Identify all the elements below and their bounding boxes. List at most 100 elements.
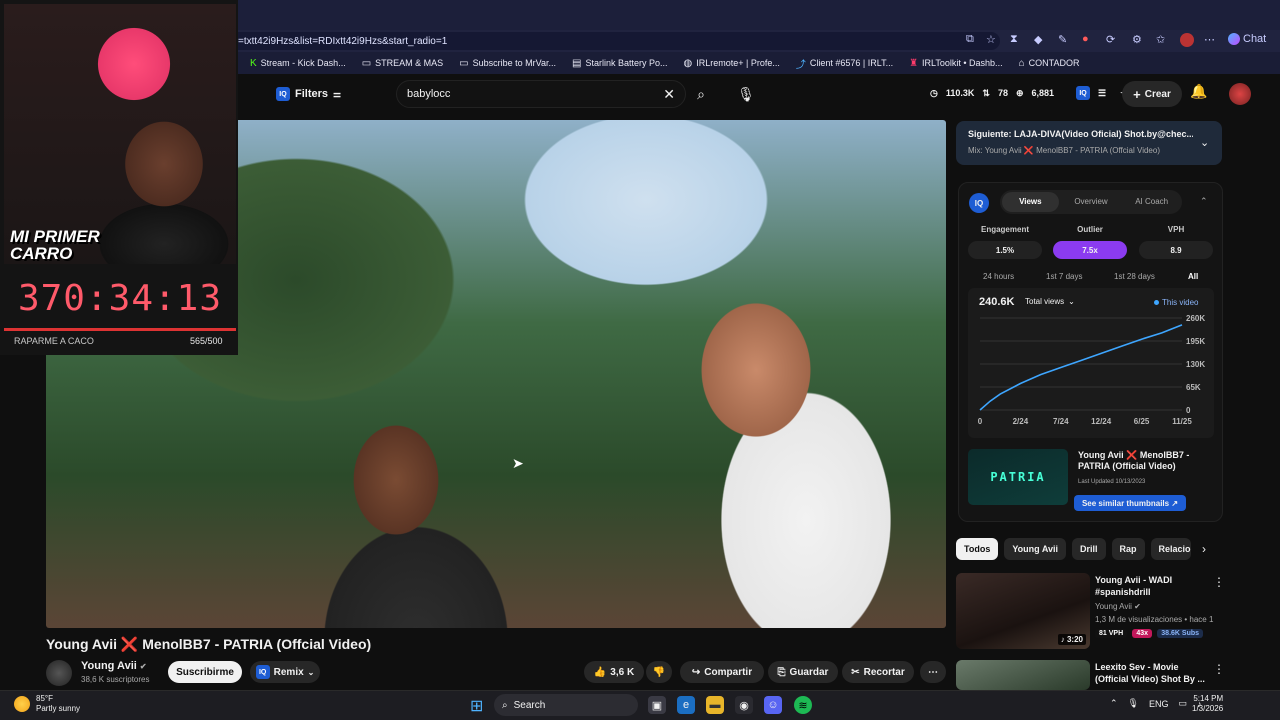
profile-icon[interactable] [1180,33,1194,47]
address-bar[interactable]: =txtt42i9Hzs&list=RDIxtt42i9Hzs&start_ra… [230,32,1000,50]
extension-icon[interactable]: ◆ [1034,33,1042,46]
notifications-bell-icon[interactable]: 🔔 [1190,83,1207,100]
clock-date: 1/3/2026 [1192,704,1224,713]
favorite-star-icon[interactable]: ☆ [986,33,996,46]
total-views-select-label: Total views [1025,297,1065,306]
share-icon[interactable]: ⧉ [966,33,974,46]
bookmark-item[interactable]: ♜ IRLToolkit • Dashb... [909,58,1003,69]
chevron-up-icon[interactable]: ⌃ [1110,698,1118,709]
clip-button[interactable]: ✂ Recortar [842,661,914,683]
iq-badge-icon[interactable]: IQ [1076,86,1091,100]
recommendation-title[interactable]: Young Avii - WADI #spanishdrill [1095,574,1207,598]
extension-icon[interactable]: ⟳ [1106,33,1115,46]
save-button[interactable]: ⎘ Guardar [768,661,838,683]
share-button[interactable]: ↪ Compartir [680,661,764,683]
similar-thumbnails-button[interactable]: See similar thumbnails ↗ [1074,495,1186,511]
bookmark-item[interactable]: ▤ Starlink Battery Po... [572,58,668,69]
recommendation-thumbnail[interactable]: ♪ 3:20 [956,573,1090,649]
chip-all[interactable]: Todos [956,538,999,560]
tab-ai-coach[interactable]: AI Coach [1123,192,1180,212]
task-view-icon[interactable]: ▣ [648,696,666,714]
microphone-icon[interactable]: 🎙 [1128,698,1139,709]
channel-name[interactable]: Young Avii ✔ [81,660,147,672]
chart-series-line [979,324,1183,411]
chevron-down-icon[interactable]: ⌄ [1200,136,1209,149]
chevron-right-icon[interactable]: › [1202,542,1206,556]
copilot-chat-button[interactable]: Chat [1228,33,1266,45]
next-up-card[interactable] [956,121,1222,165]
obs-icon[interactable]: ◉ [735,696,753,714]
extension-icon[interactable]: ✎ [1058,33,1067,46]
remix-button[interactable]: IQ Remix ⌄ [250,661,320,683]
search-icon: ⌕ [502,699,508,711]
channel-avatar[interactable] [46,660,72,686]
save-label: Guardar [789,666,829,678]
list-icon[interactable]: ☰ [1098,88,1106,99]
create-button[interactable]: + Crear [1122,81,1182,107]
range-all[interactable]: All [1188,272,1198,281]
filters-button[interactable]: IQ Filters ⚌ [276,83,341,105]
range-24-hours[interactable]: 24 hours [983,272,1014,281]
recommendation-thumbnail[interactable] [956,660,1090,690]
weather-widget[interactable]: 85°F Partly sunny [14,694,80,714]
extension-icon[interactable]: ⚙ [1132,33,1142,46]
more-actions-button[interactable]: ⋯ [920,661,946,683]
extension-icon[interactable]: ● [1082,33,1089,45]
subscribe-button[interactable]: Suscribirme [168,661,242,683]
chip-drill[interactable]: Drill [1072,538,1106,560]
file-explorer-icon[interactable]: ▬ [706,696,724,714]
metric-label-engagement: Engagement [980,225,1029,234]
edge-browser-icon[interactable]: e [677,696,695,714]
dislike-button[interactable]: 👎 [646,661,672,683]
legend-label: This video [1162,298,1199,307]
language-indicator[interactable]: ENG [1149,699,1169,709]
search-button[interactable]: ⌕ [686,80,716,108]
discord-icon[interactable]: ☺ [764,696,782,714]
spotify-icon[interactable]: ≋ [794,696,812,714]
extension-icon[interactable]: ⧗ [1010,33,1018,46]
channel-name-label: Young Avii [81,660,137,672]
bookmark-item[interactable]: ▭ STREAM & MAS [362,58,443,69]
more-menu-icon[interactable]: ⋯ [1204,33,1215,46]
search-value: babylocc [407,88,451,100]
range-28-days[interactable]: 1st 28 days [1114,272,1155,281]
more-vertical-icon[interactable]: ⋮ [1213,662,1225,676]
bookmark-item[interactable]: ⤴ Client #6576 | IRLT... [796,56,893,71]
account-avatar[interactable] [1229,83,1251,105]
scissors-icon: ✂ [851,666,860,678]
more-vertical-icon[interactable]: ⋮ [1213,575,1225,589]
chip-rap[interactable]: Rap [1111,538,1145,560]
like-button[interactable]: 👍 3,6 K [584,661,644,683]
iq-logo-icon: IQ [969,193,989,213]
total-views-select[interactable]: Total views ⌄ [1025,297,1075,306]
bookmark-item[interactable]: ▭ Subscribe to MrVar... [459,58,556,69]
voice-search-button[interactable]: 🎙 [732,80,760,108]
taskbar-clock[interactable]: 5:14 PM 1/3/2026 [1192,694,1223,714]
system-tray: ⌃ 🎙 ENG ▭ ♪ [1110,698,1202,709]
bookmark-label: Client #6576 | IRLT... [809,58,894,68]
card-video-title: Young Avii ❌ MenolBB7 - PATRIA (Official… [1078,450,1190,471]
search-input[interactable]: babylocc ✕ [396,80,686,108]
video-thumbnail[interactable]: PATRIA [968,449,1068,505]
chevron-up-icon[interactable]: ⌃ [1200,196,1208,207]
bookmark-icon: ⎘ [777,666,786,678]
tab-overview[interactable]: Overview [1063,192,1120,212]
range-7-days[interactable]: 1st 7 days [1046,272,1082,281]
chip-young-avii[interactable]: Young Avii [1004,538,1066,560]
bookmark-label: STREAM & MAS [375,58,444,68]
recommendation-title[interactable]: Leexito Sev - Movie (Official Video) Sho… [1095,661,1207,685]
overlay-title-line2: CARRO [10,244,73,263]
clear-search-icon[interactable]: ✕ [663,86,675,103]
bookmark-item[interactable]: K Stream - Kick Dash... [250,58,346,69]
network-icon[interactable]: ▭ [1179,698,1188,709]
bookmark-item[interactable]: ⌂ CONTADOR [1019,58,1080,69]
favorites-icon[interactable]: ✩ [1156,33,1165,46]
recommendation-channel[interactable]: Young Avii ✔ [1095,602,1215,611]
tab-views[interactable]: Views [1002,192,1059,212]
chip-related[interactable]: Relacion [1150,538,1191,560]
views-icon: ◷ [930,87,938,98]
taskbar-search[interactable]: ⌕ Search [494,694,638,716]
search-icon: ⌕ [697,85,705,102]
bookmark-item[interactable]: ◍ IRLremote+ | Profe... [684,58,780,69]
windows-start-icon[interactable]: ⊞ [470,696,483,716]
